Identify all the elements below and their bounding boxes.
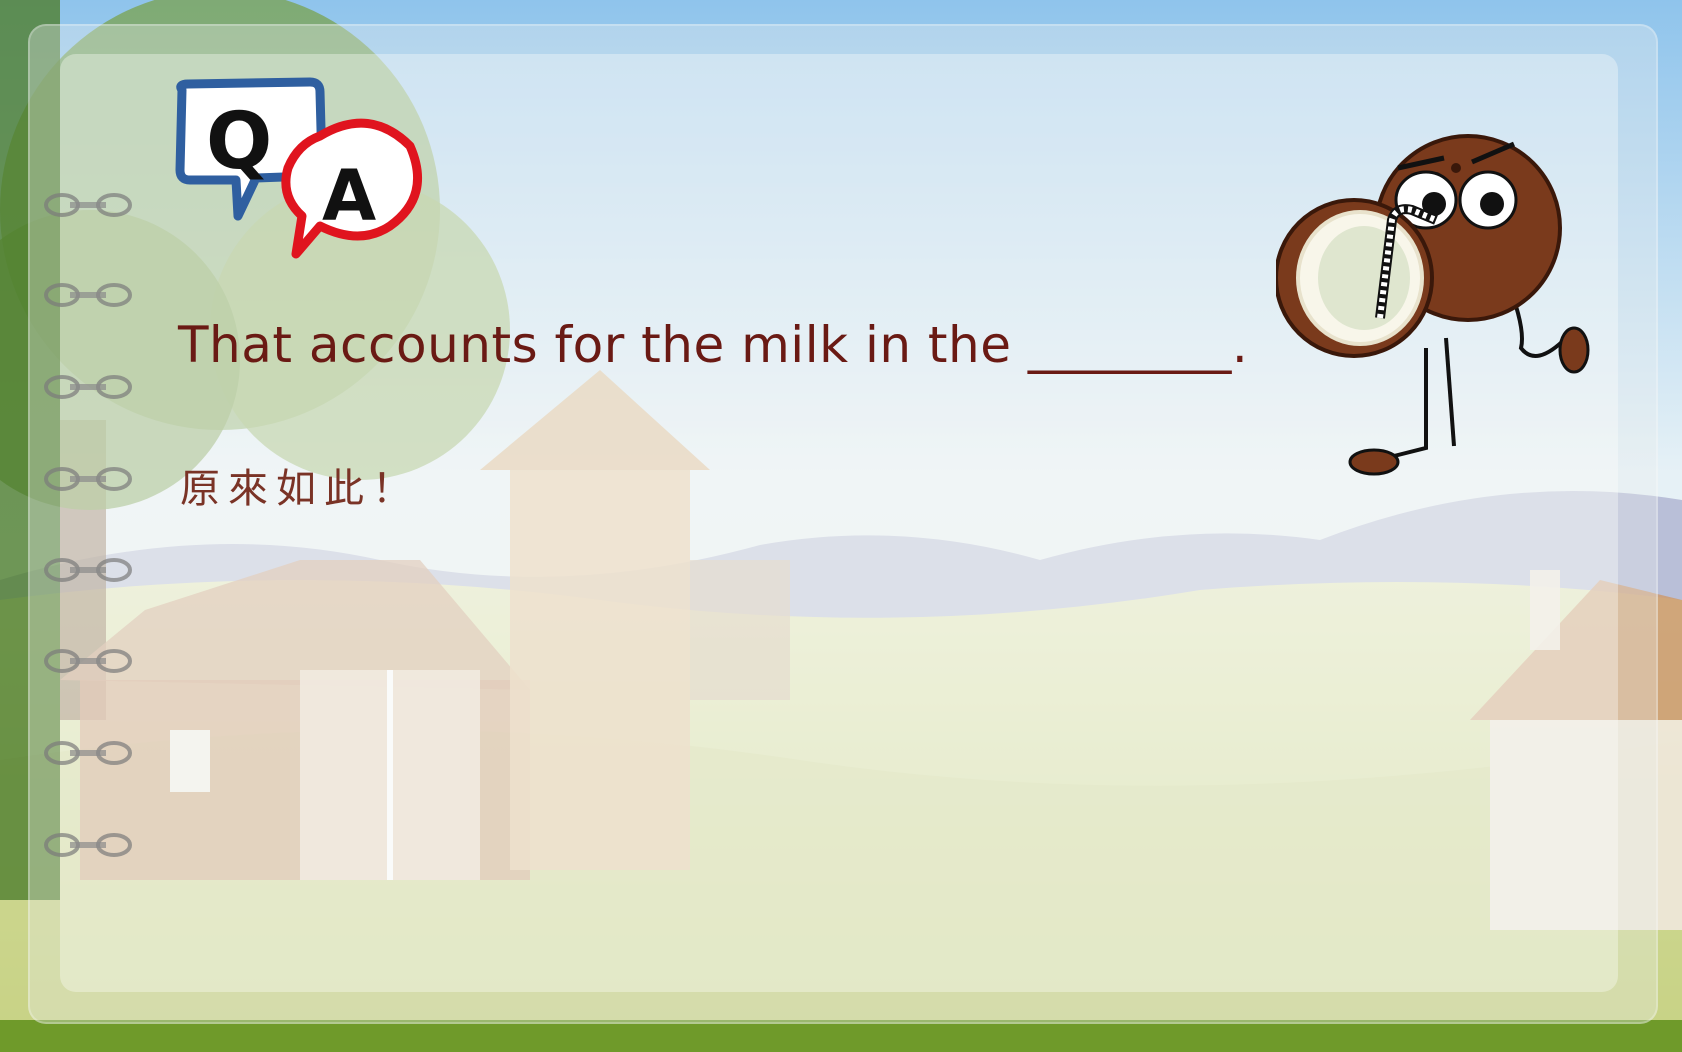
- answer-text: 原來如此！: [180, 466, 420, 512]
- binder-ring-icon: [44, 283, 132, 307]
- binder-ring-icon: [44, 741, 132, 765]
- binder-ring-icon: [44, 467, 132, 491]
- coconut-mascot-icon: [1276, 134, 1590, 476]
- q-letter: Q: [206, 97, 272, 187]
- binder-ring-icon: [44, 833, 132, 857]
- binder-ring-icon: [44, 649, 132, 673]
- binder-ring-icon: [44, 193, 132, 217]
- binder-ring-icon: [44, 558, 132, 582]
- binder-ring-icon: [44, 375, 132, 399]
- a-letter: A: [322, 155, 376, 237]
- question-text: That accounts for the milk in the ______…: [178, 316, 1249, 374]
- qa-speech-bubbles-icon: Q A: [175, 77, 422, 259]
